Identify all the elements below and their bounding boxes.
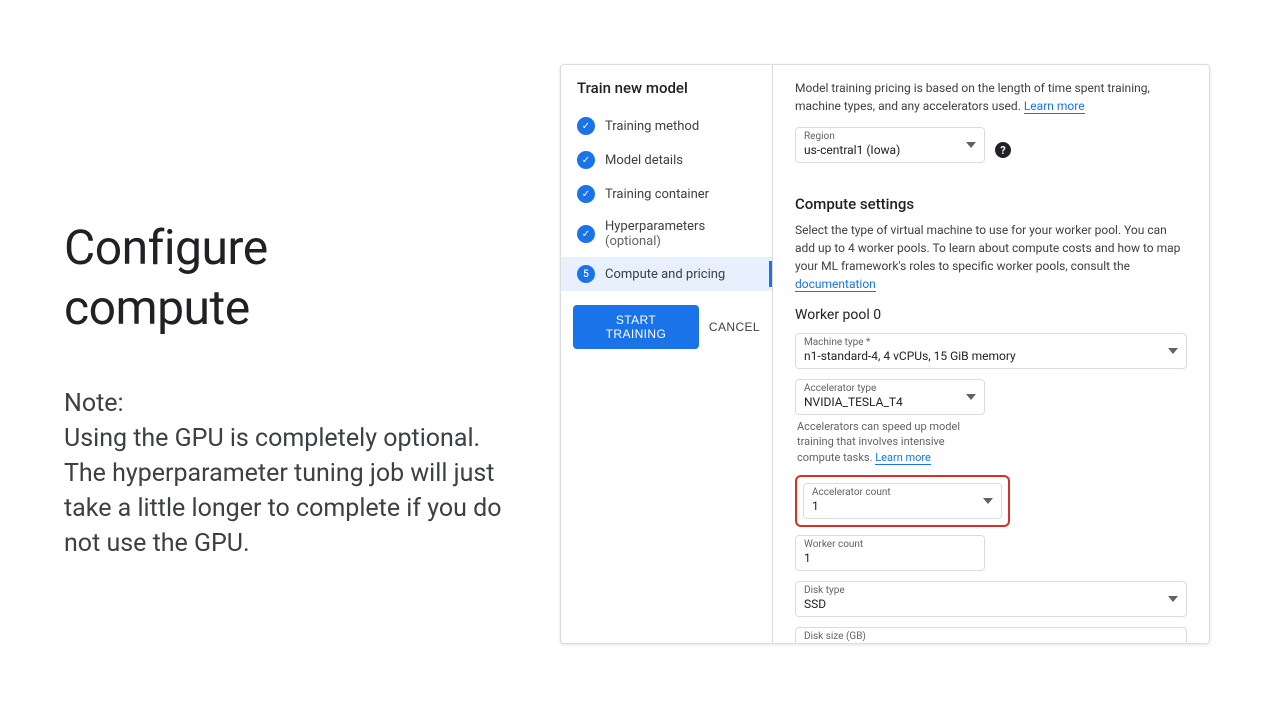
slide-note: Note: Using the GPU is completely option… [64,386,504,561]
dialog-content: Model training pricing is based on the l… [773,65,1209,643]
compute-settings-title: Compute settings [795,195,1187,213]
disk-type-value: SSD [804,597,1178,611]
slide-title: Configure compute [64,218,504,338]
accelerator-type-select[interactable]: Accelerator type NVIDIA_TESLA_T4 [795,379,985,415]
worker-count-input[interactable]: Worker count 1 [795,535,985,571]
accelerator-count-value: 1 [812,499,993,513]
disk-size-label: Disk size (GB) [804,632,1178,642]
step-hyperparameters[interactable]: ✓ Hyperparameters (optional) [561,211,772,257]
accelerator-count-label: Accelerator count [812,488,993,498]
region-value: us-central1 (Iowa) [804,143,976,157]
step-label: Hyperparameters (optional) [605,219,760,249]
step-number-icon: 5 [577,265,595,283]
worker-pool-title: Worker pool 0 [795,307,1187,323]
region-label: Region [804,132,976,142]
slide-title-line2: compute [64,279,250,336]
start-training-button[interactable]: START TRAINING [573,305,699,349]
step-label: Training method [605,119,760,134]
chevron-down-icon [983,498,993,504]
chevron-down-icon [1168,348,1178,354]
learn-more-link[interactable]: Learn more [1024,99,1085,114]
cancel-button[interactable]: CANCEL [709,320,760,334]
documentation-link[interactable]: documentation [795,277,876,292]
accelerator-type-value: NVIDIA_TESLA_T4 [804,395,976,409]
chevron-down-icon [966,142,976,148]
step-label: Training container [605,187,760,202]
check-icon: ✓ [577,117,595,135]
check-icon: ✓ [577,225,595,243]
slide-note-label: Note: [64,389,124,418]
accelerator-helper: Accelerators can speed up model training… [797,419,987,465]
step-training-container[interactable]: ✓ Training container [561,177,772,211]
accelerator-type-label: Accelerator type [804,384,976,394]
worker-count-value: 1 [804,551,976,565]
step-label: Model details [605,153,760,168]
train-model-dialog: Train new model ✓ Training method ✓ Mode… [560,64,1210,644]
disk-type-select[interactable]: Disk type SSD [795,581,1187,617]
check-icon: ✓ [577,185,595,203]
machine-type-value: n1-standard-4, 4 vCPUs, 15 GiB memory [804,349,1178,363]
accelerator-count-select[interactable]: Accelerator count 1 [803,483,1002,519]
dialog-title: Train new model [561,79,772,109]
help-icon[interactable]: ? [995,142,1011,158]
step-label: Compute and pricing [605,267,760,282]
slide-note-body: Using the GPU is completely optional. Th… [64,424,502,558]
accelerator-count-highlight: Accelerator count 1 [795,475,1010,527]
pricing-description: Model training pricing is based on the l… [795,79,1187,115]
machine-type-select[interactable]: Machine type * n1-standard-4, 4 vCPUs, 1… [795,333,1187,369]
chevron-down-icon [1168,596,1178,602]
learn-more-link[interactable]: Learn more [875,451,931,465]
chevron-down-icon [966,394,976,400]
disk-size-input[interactable]: Disk size (GB) 100 [795,627,1187,643]
compute-settings-desc: Select the type of virtual machine to us… [795,221,1187,293]
step-compute-pricing[interactable]: 5 Compute and pricing [561,257,772,291]
machine-type-label: Machine type * [804,338,1178,348]
step-training-method[interactable]: ✓ Training method [561,109,772,143]
check-icon: ✓ [577,151,595,169]
slide-title-line1: Configure [64,219,268,276]
stepper-sidebar: Train new model ✓ Training method ✓ Mode… [561,65,773,643]
step-model-details[interactable]: ✓ Model details [561,143,772,177]
region-select[interactable]: Region us-central1 (Iowa) [795,127,985,163]
disk-type-label: Disk type [804,586,1178,596]
worker-count-label: Worker count [804,540,976,550]
